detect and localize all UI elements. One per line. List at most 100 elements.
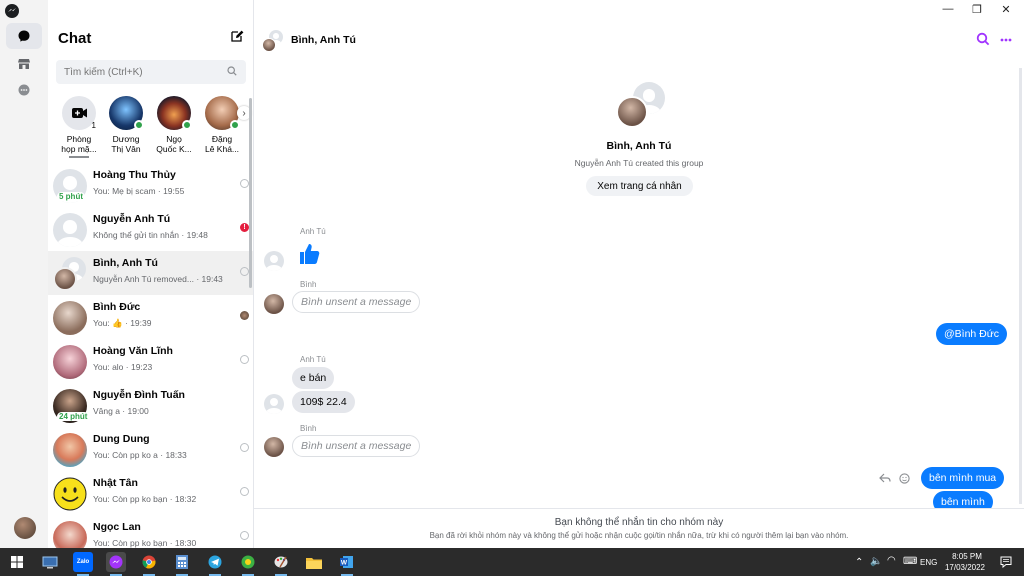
conversation-item[interactable]: Bình Đức You: 👍 · 19:39 — [48, 295, 253, 339]
conversation-preview: You: Còn pp ko bạn · 18:32 — [93, 494, 197, 504]
sent-status-icon — [240, 487, 249, 496]
app-rail — [0, 0, 48, 548]
smiley-avatar — [53, 477, 87, 511]
thread-scrollbar[interactable] — [1019, 68, 1022, 504]
message-thread: Bình, Anh Tú Nguyễn Anh Tú created this … — [254, 60, 1019, 508]
message-requests-icon[interactable] — [6, 77, 42, 103]
online-dot — [182, 120, 192, 130]
compose-icon[interactable] — [230, 29, 246, 45]
avatar — [53, 345, 87, 379]
sent-status-icon — [240, 179, 249, 188]
group-intro-subtitle: Nguyễn Anh Tú created this group — [574, 158, 704, 168]
conversation-name: Bình, Anh Tú — [93, 257, 158, 269]
avatar — [53, 521, 87, 548]
avatar — [109, 96, 144, 130]
seen-avatar — [240, 311, 249, 320]
conversation-header: Bình, Anh Tú — [254, 24, 1024, 56]
minimize-button[interactable]: — — [934, 0, 962, 18]
message-bubble[interactable]: e bán — [292, 367, 335, 389]
message-bubble-sent[interactable]: bên mình mua — [921, 467, 1005, 489]
view-profile-button[interactable]: Xem trang cá nhân — [586, 176, 693, 196]
show-hidden-icons-icon[interactable]: ⌃ — [855, 557, 863, 568]
unsent-message: Bình unsent a message — [292, 291, 421, 313]
desktop-icon[interactable] — [40, 552, 60, 572]
conversation-preview: Không thể gửi tin nhắn · 19:48 — [93, 230, 208, 240]
conversation-item[interactable]: Dung Dung You: Còn pp ko a · 18:33 — [48, 427, 253, 471]
active-time-badge: 24 phút — [57, 412, 90, 421]
story-contact[interactable]: Đặng Lê Khá... — [199, 96, 245, 154]
wifi-icon[interactable]: ◠ — [887, 555, 896, 566]
avatar — [262, 38, 276, 52]
unsent-message: Bình unsent a message — [292, 435, 421, 457]
clock-date[interactable]: 17/03/2022 — [941, 563, 989, 572]
my-avatar[interactable] — [14, 517, 36, 539]
sender-name: Bình — [300, 280, 317, 289]
chat-list-panel: Chat 1 Phòng họp mặ... Dương Thị Vân Ngọ… — [48, 0, 254, 548]
search-icon[interactable] — [976, 32, 990, 46]
story-contact[interactable]: Dương Thị Vân — [103, 96, 149, 154]
thumbs-up-icon — [300, 244, 320, 264]
word-icon[interactable]: W — [337, 552, 357, 576]
chat-title: Chat — [58, 30, 92, 47]
more-options-icon[interactable] — [1000, 38, 1012, 42]
clock-time[interactable]: 8:05 PM — [947, 552, 987, 561]
input-language[interactable]: ENG — [920, 558, 937, 567]
sent-status-icon — [240, 355, 249, 364]
sender-name: Anh Tú — [300, 227, 326, 236]
avatar — [53, 301, 87, 335]
conversation-item[interactable]: 24 phút Nguyễn Đình Tuấn Vâng a · 19:00 — [48, 383, 253, 427]
conversation-preview: Vâng a · 19:00 — [93, 406, 149, 416]
sent-status-icon — [240, 531, 249, 540]
story-meeting-room[interactable]: 1 Phòng họp mặ... — [56, 96, 102, 158]
conversation-item-active[interactable]: Bình, Anh Tú Nguyễn Anh Tú removed... · … — [48, 251, 253, 295]
sent-status-icon — [240, 443, 249, 452]
telegram-icon[interactable] — [205, 552, 225, 576]
conversation-preview: You: 👍 · 19:39 — [93, 318, 152, 328]
conversation-preview: Nguyễn Anh Tú removed... · 19:43 — [93, 274, 223, 284]
file-explorer-icon[interactable] — [304, 552, 324, 572]
video-call-icon: 1 — [62, 96, 96, 130]
chrome-icon[interactable] — [139, 552, 159, 576]
search-input[interactable] — [56, 60, 246, 84]
volume-icon[interactable]: 🔈 — [870, 556, 882, 567]
conversation-title[interactable]: Bình, Anh Tú — [291, 34, 356, 46]
chat-icon[interactable] — [6, 23, 42, 49]
conversation-name: Dung Dung — [93, 433, 150, 445]
story-contact[interactable]: Ngọ Quốc K... — [151, 96, 197, 154]
keyboard-icon[interactable]: ⌨ — [903, 556, 917, 567]
story-label: Dương Thị Vân — [111, 134, 141, 154]
conversation-item[interactable]: Nguyễn Anh Tú Không thể gửi tin nhắn · 1… — [48, 207, 253, 251]
chat-list-scrollbar[interactable] — [249, 98, 252, 288]
messenger-icon[interactable] — [106, 552, 126, 576]
message-bubble[interactable]: 109$ 22.4 — [292, 391, 355, 413]
paint-icon[interactable] — [271, 552, 291, 576]
avatar — [264, 251, 284, 271]
search-icon — [227, 66, 237, 76]
message-bubble-sent[interactable]: @Bình Đức — [936, 323, 1008, 345]
online-dot — [134, 120, 144, 130]
maximize-button[interactable]: ❐ — [963, 0, 991, 18]
windows-start-icon[interactable] — [7, 552, 27, 572]
notification-icon[interactable] — [996, 552, 1016, 572]
group-avatar[interactable] — [262, 30, 284, 52]
message-bubble-sent[interactable]: bên mình — [933, 491, 993, 508]
avatar — [53, 213, 87, 247]
calculator-icon[interactable] — [172, 552, 192, 576]
app-icon[interactable] — [238, 552, 258, 576]
windows-taskbar: Zalo W ⌃ 🔈 ◠ ⌨ ENG 8:05 PM 17/03/2022 — [0, 548, 1024, 576]
conversation-item[interactable]: Ngọc Lan You: Còn pp ko bạn · 18:30 — [48, 515, 253, 548]
conversation-item[interactable]: 5 phút Hoàng Thu Thủy You: Mẹ bị scam · … — [48, 163, 253, 207]
avatar — [157, 96, 192, 130]
group-intro-name: Bình, Anh Tú — [606, 140, 672, 152]
sent-status-icon — [240, 267, 249, 276]
conversation-name: Nguyễn Anh Tú — [93, 213, 171, 225]
reply-icon[interactable] — [879, 473, 891, 483]
close-button[interactable]: ✕ — [992, 0, 1020, 18]
messenger-logo-icon — [5, 4, 19, 18]
zalo-icon[interactable]: Zalo — [73, 552, 93, 576]
conversation-item[interactable]: Nhật Tân You: Còn pp ko bạn · 18:32 — [48, 471, 253, 515]
conversation-item[interactable]: Hoàng Văn Lĩnh You: alo · 19:23 — [48, 339, 253, 383]
emoji-react-icon[interactable] — [899, 473, 910, 484]
marketplace-icon[interactable] — [6, 51, 42, 77]
story-label: Ngọ Quốc K... — [156, 134, 192, 154]
